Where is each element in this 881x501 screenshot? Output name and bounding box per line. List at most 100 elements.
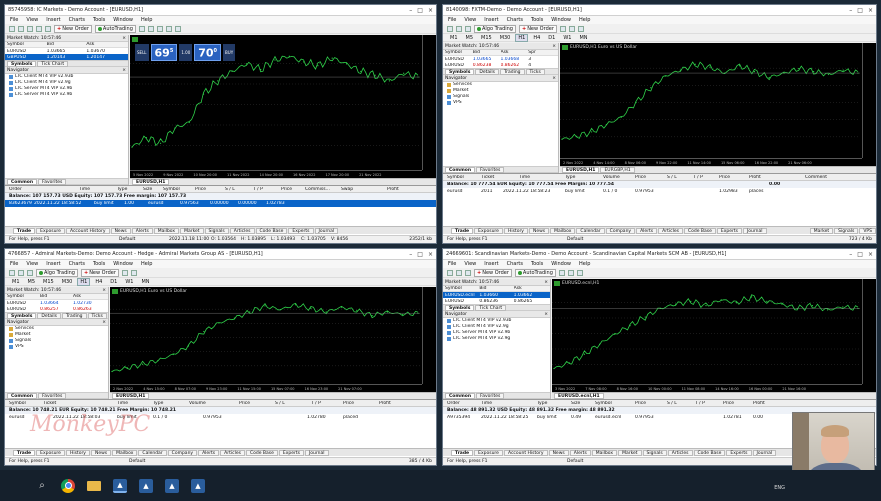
- tab-details[interactable]: Details: [37, 312, 62, 319]
- tab-code-base[interactable]: Code Base: [683, 227, 716, 234]
- menu-help[interactable]: Help: [141, 261, 152, 267]
- menu-insert[interactable]: Insert: [46, 17, 60, 23]
- market-watch-row[interactable]: EURUSD 1.03665 1.03668 3: [443, 56, 558, 62]
- timeframe-button[interactable]: W1: [560, 34, 574, 42]
- market-watch-row[interactable]: EURUSD.ecnl 1.03660 1.03662: [443, 292, 550, 298]
- tab-symbols[interactable]: Symbols: [7, 312, 37, 319]
- tab-code-base[interactable]: Code Base: [245, 449, 278, 456]
- menu-tools[interactable]: Tools: [531, 261, 543, 267]
- navigator-item[interactable]: VPS: [443, 100, 558, 106]
- timeframe-button[interactable]: M1: [447, 34, 461, 42]
- autotrading-button[interactable]: AutoTrading: [514, 268, 556, 277]
- tab-trade[interactable]: Trade: [13, 449, 36, 456]
- new-order-button[interactable]: + New Order: [474, 268, 512, 277]
- tab-mailbox[interactable]: Mailbox: [112, 449, 138, 456]
- tab-common[interactable]: Common: [445, 392, 476, 399]
- menu-view[interactable]: View: [464, 17, 476, 23]
- menu-help[interactable]: Help: [141, 17, 152, 23]
- order-row[interactable]: 83623679 2022.11.22 18:58:52 buy limit 1.00…: [5, 200, 436, 207]
- menu-tools[interactable]: Tools: [93, 261, 105, 267]
- menu-window[interactable]: Window: [551, 17, 571, 23]
- menu-view[interactable]: View: [26, 17, 38, 23]
- sell-label[interactable]: SELL: [137, 50, 147, 55]
- menu-file[interactable]: File: [448, 17, 456, 23]
- menu-help[interactable]: Help: [579, 17, 590, 23]
- tab-signals[interactable]: Signals: [204, 227, 229, 234]
- new-order-button[interactable]: + New Order: [518, 24, 557, 33]
- metatrader-icon[interactable]: ▲: [191, 478, 205, 493]
- chart-svg[interactable]: [110, 287, 436, 392]
- tab-experts[interactable]: Experts: [716, 227, 742, 234]
- menu-window[interactable]: Window: [551, 261, 571, 267]
- menu-charts[interactable]: Charts: [507, 17, 523, 23]
- maximize-icon[interactable]: □: [417, 251, 423, 258]
- tab-ticks[interactable]: Ticks: [525, 68, 545, 75]
- close-icon[interactable]: ×: [868, 7, 873, 14]
- timeframe-button[interactable]: M1: [9, 278, 23, 286]
- line-chart-icon[interactable]: [576, 269, 583, 276]
- menu-view[interactable]: View: [26, 261, 38, 267]
- tab-alerts[interactable]: Alerts: [198, 449, 220, 456]
- maximize-icon[interactable]: □: [417, 7, 423, 14]
- new-chart-icon[interactable]: [9, 25, 15, 32]
- tab-news[interactable]: News: [90, 449, 112, 456]
- close-icon[interactable]: ×: [552, 44, 556, 49]
- tab-news[interactable]: News: [548, 449, 569, 456]
- menu-file[interactable]: File: [10, 261, 18, 267]
- timeframe-button[interactable]: MN: [576, 34, 590, 42]
- tab-calendar[interactable]: Calendar: [138, 449, 167, 456]
- window-top-left[interactable]: 85745958: IC Markets - Demo Account - [E…: [4, 4, 437, 244]
- tab-history[interactable]: History: [503, 227, 528, 234]
- title-bar[interactable]: 8140098: FXTM-Demo - Demo Account - [EUR…: [443, 5, 876, 16]
- tab-mailbox[interactable]: Mailbox: [153, 227, 180, 234]
- close-icon[interactable]: ×: [552, 76, 556, 81]
- tab-code-base[interactable]: Code Base: [693, 449, 726, 456]
- price-chart[interactable]: EURUSD,H1 Euro vs US Dollar 2 Nov 2022 4 …: [110, 287, 436, 392]
- market-watch-icon[interactable]: [465, 269, 471, 276]
- market-watch-row[interactable]: EURUSD 0.86238 0.86262 4: [443, 62, 558, 68]
- tab-mailbox[interactable]: Mailbox: [550, 227, 576, 234]
- title-bar[interactable]: 24669601: Scandinavian Markets-Demo - De…: [443, 249, 876, 260]
- algo-trading-button[interactable]: Algo Trading: [36, 268, 78, 277]
- metatrader-icon[interactable]: ▲: [165, 478, 179, 493]
- market-watch-icon[interactable]: [465, 25, 471, 32]
- timeframe-button[interactable]: H1: [77, 277, 91, 286]
- menu-window[interactable]: Window: [113, 17, 133, 23]
- tab-experts[interactable]: Experts: [288, 227, 314, 234]
- tab-common[interactable]: Common: [7, 178, 38, 185]
- close-icon[interactable]: ×: [102, 320, 106, 325]
- menu-file[interactable]: File: [10, 17, 18, 23]
- tab-favorites[interactable]: Favorites: [476, 166, 505, 173]
- tab-favorites[interactable]: Favorites: [38, 392, 67, 399]
- search-icon[interactable]: ⌕: [35, 479, 49, 493]
- metatrader4-icon[interactable]: ▲: [113, 478, 127, 493]
- chrome-icon[interactable]: [61, 478, 75, 493]
- menu-insert[interactable]: Insert: [46, 261, 60, 267]
- tab-details[interactable]: Details: [475, 68, 500, 75]
- tab-symbols[interactable]: Symbols: [445, 68, 475, 75]
- line-chart-icon[interactable]: [156, 25, 163, 32]
- timeframe-button[interactable]: M30: [59, 278, 76, 286]
- price-chart[interactable]: EURUSD.ecnl,H1 3 Nov 2022 7 Nov 08:00 8 No…: [552, 279, 876, 392]
- tab-account-history[interactable]: Account History: [65, 227, 110, 234]
- tab-ticks[interactable]: Ticks: [87, 312, 107, 319]
- navigator-item[interactable]: VPS: [5, 344, 108, 350]
- navigator-item[interactable]: LTC Server MT4 VIP v2.9g: [443, 336, 550, 342]
- tab-journal[interactable]: Journal: [314, 227, 339, 234]
- order-row[interactable]: eurusd 2011 2022.11.22 18:58:23 buy limit 0.…: [443, 188, 876, 195]
- tab-exposure[interactable]: Exposure: [474, 449, 503, 456]
- lot-size-field[interactable]: 1.00: [181, 50, 190, 55]
- menu-help[interactable]: Help: [579, 261, 590, 267]
- market-watch-row[interactable]: EURUSD 0.86257 0.86263: [5, 306, 108, 312]
- price-chart[interactable]: SELL 695 1.00 700 BUY 5 Nov 2022 9 Nov 20…: [130, 35, 436, 178]
- menu-charts[interactable]: Charts: [69, 261, 85, 267]
- timeframe-button[interactable]: W1: [122, 278, 136, 286]
- new-order-button[interactable]: + New Order: [54, 24, 92, 33]
- tab-code-base[interactable]: Code Base: [255, 227, 288, 234]
- buy-label[interactable]: BUY: [225, 50, 233, 55]
- bar-chart-icon[interactable]: [121, 269, 128, 276]
- tab-news[interactable]: News: [528, 227, 550, 234]
- tab-mailbox[interactable]: Mailbox: [591, 449, 618, 456]
- market-button[interactable]: Market: [809, 227, 834, 234]
- tab-common[interactable]: Common: [7, 392, 38, 399]
